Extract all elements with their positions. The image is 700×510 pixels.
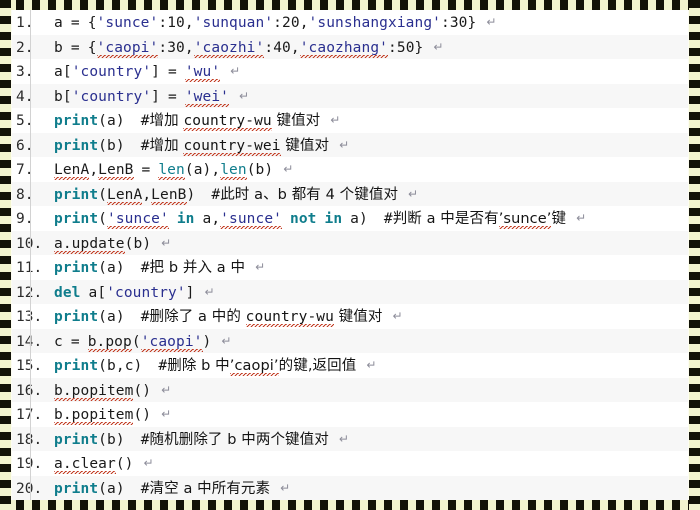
code-content: a.clear() <box>54 456 134 474</box>
line-number: 15. <box>12 354 54 378</box>
code-content: print('sunce' in a,'sunce' not in a) #判断 a 中是否… <box>54 211 567 229</box>
line-number: 3. <box>16 64 34 80</box>
code-content: print(a) #增加 country-wu 键值对 <box>54 113 321 131</box>
line-number: 12. <box>12 281 54 305</box>
decorative-border-left <box>0 0 11 510</box>
code-line: 9. print('sunce' in a,'sunce' not in a) #判断 a 中… <box>12 206 688 231</box>
line-number: 11. <box>12 256 54 280</box>
line-number: 4. <box>16 88 34 105</box>
pilcrow-mark: ↵ <box>433 39 444 54</box>
pilcrow-mark: ↵ <box>366 358 377 372</box>
pilcrow-mark: ↵ <box>283 162 294 176</box>
code-content: b['country'] ='wei' <box>54 88 229 107</box>
line-number: 5. <box>16 113 34 129</box>
line-number: 7. <box>16 162 34 178</box>
line-number: 9. <box>16 211 34 227</box>
code-content: print(a) #把 b 并入 a 中 <box>54 260 246 276</box>
pilcrow-mark: ↵ <box>408 186 419 201</box>
code-line: 17.b.popitem() ↵ <box>12 402 688 427</box>
code-content: a['country'] ='wu' <box>54 64 221 82</box>
code-listing: 1. a = {'sunce':10,'sunquan':20,'sunshangxi… <box>12 10 688 500</box>
pilcrow-mark: ↵ <box>330 113 341 127</box>
code-line: 10.a.update(b) ↵ <box>12 230 688 256</box>
code-content: c = b.pop('caopi') <box>54 333 212 352</box>
line-number: 2. <box>16 39 34 56</box>
code-content: del a['country'] <box>54 284 195 301</box>
code-line: 14.c=b.pop('caopi') ↵ <box>12 328 688 354</box>
line-number: 13. <box>12 305 54 329</box>
pilcrow-mark: ↵ <box>280 480 291 495</box>
line-number: 16. <box>12 379 54 403</box>
pilcrow-mark: ↵ <box>221 333 232 348</box>
document-page: 1. a = {'sunce':10,'sunquan':20,'sunshangxi… <box>0 0 700 510</box>
code-line: 13.print(a)#删除了 a 中的 country-wu 键值对 ↵ <box>12 304 688 329</box>
code-line: 7. LenA,LenB = len(a),len(b) ↵ <box>12 157 688 182</box>
code-line: 11.print(a)#把 b 并入 a 中 ↵ <box>12 255 688 280</box>
code-line: 20.print(a)#清空 a 中所有元素 ↵ <box>12 475 688 501</box>
line-number: 10. <box>12 232 54 256</box>
code-content: print(LenA,LenB) #此时 a、b 都有 4 个键值对 <box>54 186 399 205</box>
pilcrow-mark: ↵ <box>255 260 266 274</box>
code-content: a.update(b) <box>54 235 152 254</box>
decorative-border-right <box>689 0 700 510</box>
code-line: 1. a = {'sunce':10,'sunquan':20,'sunshangxi… <box>12 10 688 35</box>
code-line: 16.b.popitem() ↵ <box>12 377 688 403</box>
line-number: 17. <box>12 403 54 427</box>
line-number: 6. <box>16 137 34 154</box>
line-number: 8. <box>16 186 34 203</box>
pilcrow-mark: ↵ <box>161 235 172 250</box>
decorative-border-bottom <box>0 500 700 510</box>
pilcrow-mark: ↵ <box>339 137 350 152</box>
pilcrow-mark: ↵ <box>143 456 154 470</box>
line-number: 1. <box>16 15 34 31</box>
code-content: a = {'sunce':10,'sunquan':20,'sunshangxian… <box>54 15 477 31</box>
code-line: 12.dela['country'] ↵ <box>12 279 688 305</box>
code-line: 5. print(a) #增加 country-wu 键值对 ↵ <box>12 108 688 133</box>
pilcrow-mark: ↵ <box>392 309 403 323</box>
code-content: print(b,c) #删除 b 中’caopi’的键,返回值 <box>54 358 357 376</box>
code-line: 8. print(LenA,LenB) #此时 a、b 都有 4 个键值对 ↵ <box>12 181 688 206</box>
line-number: 19. <box>12 452 54 476</box>
code-line: 15.print(b,c)#删除 b 中’caopi’的键,返回值 ↵ <box>12 353 688 378</box>
code-content: b = {'caopi':30,'caozhi':40,'caozhang':50} <box>54 39 424 58</box>
code-line: 19.a.clear() ↵ <box>12 451 688 476</box>
code-content: LenA,LenB = len(a),len(b) <box>54 162 274 180</box>
code-line: 4. b['country'] ='wei' ↵ <box>12 83 688 108</box>
pilcrow-mark: ↵ <box>230 64 241 78</box>
pilcrow-mark: ↵ <box>239 88 250 103</box>
gutter-divider <box>30 10 31 500</box>
pilcrow-mark: ↵ <box>161 407 172 421</box>
decorative-border-top <box>0 0 700 10</box>
pilcrow-mark: ↵ <box>576 211 587 225</box>
code-content: print(a) #清空 a 中所有元素 <box>54 480 271 497</box>
pilcrow-mark: ↵ <box>204 284 215 299</box>
pilcrow-mark: ↵ <box>486 15 497 29</box>
code-content: b.popitem() <box>54 382 152 401</box>
code-content: print(b) #随机删除了 b 中两个键值对 <box>54 431 329 448</box>
code-line: 18.print(b)#随机删除了 b 中两个键值对 ↵ <box>12 426 688 452</box>
pilcrow-mark: ↵ <box>161 382 172 397</box>
code-line: 3. a['country'] ='wu' ↵ <box>12 59 688 84</box>
pilcrow-mark: ↵ <box>338 431 349 446</box>
code-content: b.popitem() <box>54 407 152 425</box>
code-content: print(b) #增加 country-wei 键值对 <box>54 137 330 156</box>
code-line: 6. print(b) #增加 country-wei 键值对 ↵ <box>12 132 688 157</box>
line-number: 14. <box>12 330 54 354</box>
line-number: 20. <box>12 477 54 501</box>
line-number: 18. <box>12 428 54 452</box>
code-content: print(a) #删除了 a 中的 country-wu 键值对 <box>54 309 383 327</box>
code-line: 2. b = {'caopi':30,'caozhi':40,'caozhang':5… <box>12 34 688 59</box>
